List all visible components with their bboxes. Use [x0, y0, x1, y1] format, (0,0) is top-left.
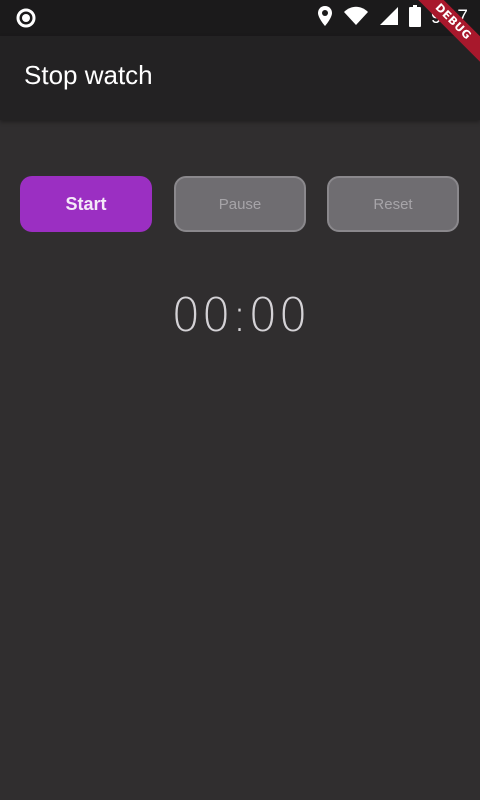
battery-icon [409, 4, 422, 32]
status-bar: 9:17 [0, 0, 480, 36]
location-icon [317, 5, 333, 32]
status-time: 9:17 [431, 7, 468, 28]
app-bar: Stop watch [0, 36, 480, 120]
app-screen: 9:17 DEBUG Stop watch Start Pause Reset … [0, 0, 480, 800]
pause-button[interactable]: Pause [174, 176, 306, 232]
circle-notification-icon [16, 8, 36, 28]
timer-display: 00:00 [171, 288, 309, 342]
status-icons: 9:17 [317, 4, 468, 32]
wifi-icon [343, 6, 369, 31]
cell-signal-icon [379, 6, 399, 31]
reset-button[interactable]: Reset [327, 176, 459, 232]
start-button[interactable]: Start [20, 176, 152, 232]
page-title: Stop watch [24, 60, 153, 90]
